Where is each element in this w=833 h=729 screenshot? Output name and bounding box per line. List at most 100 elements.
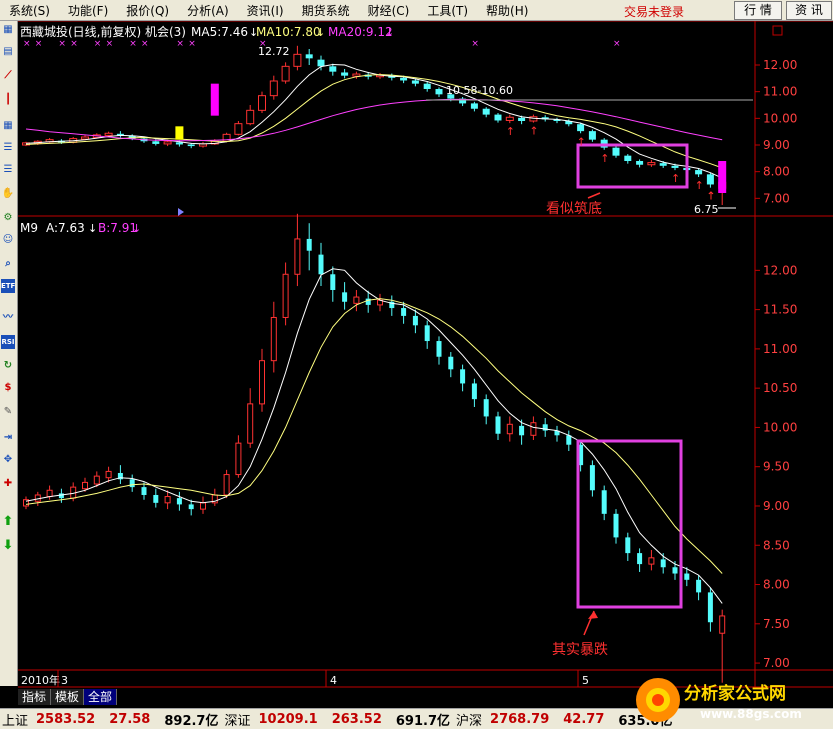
list-icon[interactable]: ☰: [1, 163, 15, 177]
candle-body: [400, 77, 408, 81]
bottom-axis-tick-label: 9.50: [763, 460, 790, 474]
candle-body: [188, 504, 194, 510]
index-change-sz: 263.52: [331, 711, 382, 727]
candle-body: [282, 273, 289, 318]
menu-info[interactable]: 资讯(I): [238, 2, 293, 19]
candle-body: [82, 481, 88, 490]
cross-icon[interactable]: ✚: [1, 477, 15, 491]
etf-icon[interactable]: ETF: [1, 279, 15, 293]
export-icon[interactable]: ⇥: [1, 431, 15, 445]
buy-arrow-icon: ↑: [600, 152, 609, 165]
rsi-icon[interactable]: RSI: [1, 335, 15, 349]
candle-body: [330, 274, 336, 290]
bottom-axis-tick-label: 8.00: [763, 578, 790, 592]
tools-icon[interactable]: ✎: [1, 405, 15, 419]
tab-indicators[interactable]: 指标: [18, 689, 52, 705]
signal-marker-icon: ×: [259, 39, 267, 49]
people-icon[interactable]: ☺: [1, 233, 15, 247]
candle-body: [719, 615, 726, 634]
bottom-axis-tick-label: 10.00: [763, 420, 797, 434]
grid-icon[interactable]: ▦: [1, 119, 15, 133]
candle-body: [234, 123, 243, 135]
menu-finance[interactable]: 财经(C): [359, 2, 419, 19]
candle-body: [93, 475, 100, 485]
top-axis-tick-label: 11.00: [763, 85, 797, 99]
search-icon[interactable]: ⌕: [1, 257, 15, 271]
candle-body: [471, 383, 477, 400]
news-button[interactable]: 资 讯: [786, 1, 832, 20]
top-axis-tick-label: 10.00: [763, 111, 797, 125]
candle-body: [624, 155, 632, 161]
table-icon[interactable]: ▤: [1, 45, 15, 59]
buy-arrow-icon: ↑: [506, 125, 515, 138]
signal-marker-icon: ×: [94, 39, 102, 49]
candle-body: [187, 144, 195, 147]
gear-icon[interactable]: ⚙: [1, 211, 15, 225]
candle-body: [613, 513, 619, 538]
tab-templates[interactable]: 模板: [51, 689, 85, 705]
chart-area[interactable]: 西藏城投(日线,前复权) 机会(3) MA5:7.46 MA10:7.80 MA…: [18, 21, 833, 688]
index-price-hs: 2768.79: [490, 711, 550, 727]
top-axis-tick-label: 9.00: [763, 138, 790, 152]
bottom-tabs: 指标 模板 全部: [18, 689, 118, 705]
candle-body: [412, 315, 418, 326]
top-annotation: 看似筑底: [546, 201, 602, 217]
candle-body: [495, 416, 501, 434]
signal-marker-icon: ×: [176, 39, 184, 49]
menu-quote[interactable]: 报价(Q): [117, 2, 178, 19]
bottom-axis-tick-label: 7.00: [763, 656, 790, 670]
candle-body: [506, 423, 513, 435]
hand-icon[interactable]: ✋: [1, 187, 15, 201]
a-label: A:7.63: [46, 221, 85, 235]
signal-marker-icon: ×: [106, 39, 114, 49]
refresh-icon[interactable]: ↻: [1, 359, 15, 373]
menu-tools[interactable]: 工具(T): [418, 2, 477, 19]
down-arrow-icon[interactable]: ⬇: [1, 539, 15, 553]
list-icon[interactable]: ☰: [1, 141, 15, 155]
b-arrow-icon: ↓: [132, 222, 141, 235]
watermark-url: www.88gs.com: [700, 707, 802, 721]
candle-body: [259, 360, 265, 405]
login-status[interactable]: 交易未登录: [624, 3, 684, 20]
candle-body: [424, 325, 430, 342]
up-arrow-icon[interactable]: ⬆: [1, 515, 15, 529]
candle-body: [305, 54, 313, 59]
candle-body: [637, 553, 643, 565]
candle-body: [223, 474, 230, 496]
candle-body: [482, 108, 490, 115]
menu-help[interactable]: 帮助(H): [477, 2, 537, 19]
top-axis-tick-label: 8.00: [763, 165, 790, 179]
index-change-sh: 27.58: [109, 711, 151, 727]
signal-marker-icon: ×: [613, 39, 621, 49]
candle-body: [258, 95, 266, 111]
quotes-button[interactable]: 行 情: [734, 1, 782, 20]
wave-icon[interactable]: 〰: [1, 311, 15, 325]
menu-function[interactable]: 功能(F): [59, 2, 117, 19]
line-chart-icon[interactable]: ⟋: [1, 69, 15, 83]
candle-body: [317, 59, 325, 67]
left-toolbar: ▦ ▤ ⟋ ┃ ▦ ☰ ☰ ✋ ⚙ ☺ ⌕ ETF 〰 RSI ↻ $ ✎ ⇥ …: [0, 21, 18, 686]
menu-analysis[interactable]: 分析(A): [178, 2, 238, 19]
range-label: 10.58-10.60: [446, 84, 513, 97]
candle-body: [153, 494, 159, 503]
time-label-may: 5: [582, 674, 589, 687]
highlight-bar: [210, 83, 219, 116]
candle-chart-icon[interactable]: ┃: [1, 93, 15, 107]
signal-marker-icon: ×: [35, 39, 43, 49]
move-icon[interactable]: ✥: [1, 453, 15, 467]
candle-body: [707, 592, 713, 623]
table-icon[interactable]: ▦: [1, 23, 15, 37]
buy-arrow-icon: ↑: [577, 135, 586, 148]
candle-body: [684, 573, 690, 580]
time-label-march: 3: [61, 674, 68, 687]
highlight-bar: [175, 126, 184, 140]
candle-body: [176, 498, 182, 505]
menu-system[interactable]: 系统(S): [0, 2, 59, 19]
tab-all[interactable]: 全部: [84, 689, 118, 705]
menu-futures[interactable]: 期货系统: [293, 2, 359, 19]
ma20-label: MA20:9.12: [328, 25, 393, 39]
dollar-icon[interactable]: $: [1, 381, 15, 395]
index-volume-sz: 691.7亿: [395, 713, 451, 729]
candle-body: [105, 470, 112, 479]
candle-body: [175, 142, 183, 145]
